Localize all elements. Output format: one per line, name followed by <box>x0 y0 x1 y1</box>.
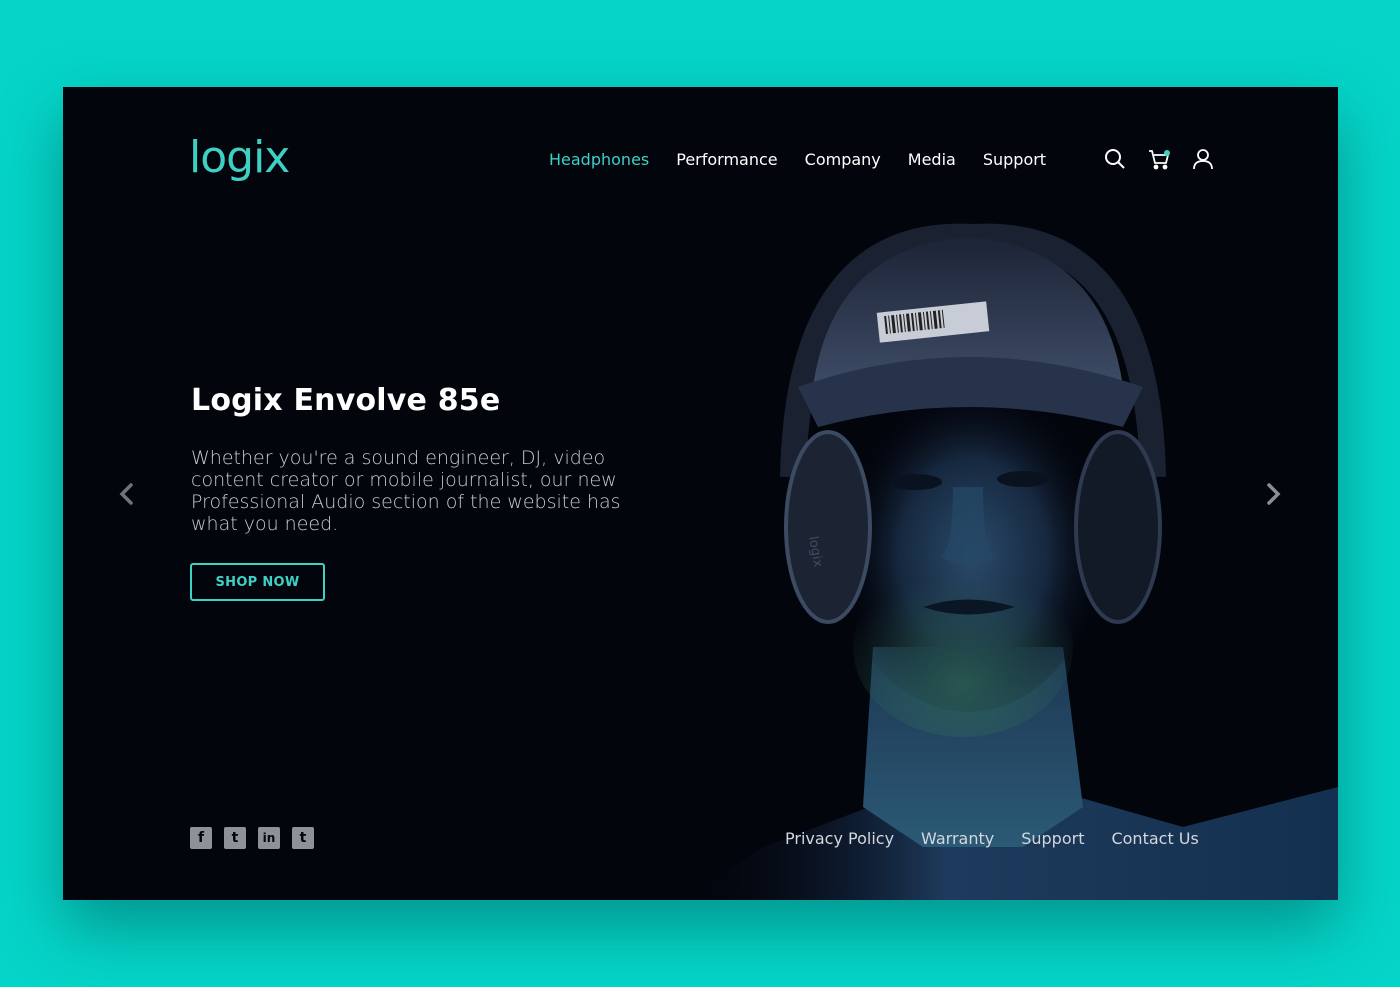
search-icon[interactable] <box>1103 147 1127 171</box>
footer-link-support[interactable]: Support <box>1021 829 1084 848</box>
carousel-next-button[interactable] <box>1261 479 1285 509</box>
logo[interactable]: logix <box>189 132 290 183</box>
tumblr-icon[interactable]: t <box>292 827 314 849</box>
chevron-right-icon <box>1267 483 1281 505</box>
hero-title: Logix Envolve 85e <box>191 383 501 418</box>
carousel-prev-button[interactable] <box>115 479 139 509</box>
linkedin-icon[interactable]: in <box>258 827 280 849</box>
social-links: f t in t <box>190 827 314 849</box>
main-nav: Headphones Performance Company Media Sup… <box>549 150 1073 169</box>
facebook-icon[interactable]: f <box>190 827 212 849</box>
cart-badge <box>1164 150 1170 156</box>
chevron-left-icon <box>119 483 133 505</box>
nav-item-company[interactable]: Company <box>805 150 881 169</box>
user-icon[interactable] <box>1191 147 1215 171</box>
footer-links: Privacy Policy Warranty Support Contact … <box>785 829 1199 848</box>
header-icons <box>1103 147 1215 171</box>
twitter-icon[interactable]: t <box>224 827 246 849</box>
hero-description: Whether you're a sound engineer, DJ, vid… <box>191 447 621 535</box>
cart-icon[interactable] <box>1147 147 1171 171</box>
footer-link-warranty[interactable]: Warranty <box>921 829 994 848</box>
footer-link-contact-us[interactable]: Contact Us <box>1111 829 1198 848</box>
shop-now-button[interactable]: SHOP NOW <box>190 563 325 601</box>
nav-item-support[interactable]: Support <box>983 150 1046 169</box>
footer-link-privacy-policy[interactable]: Privacy Policy <box>785 829 894 848</box>
hero-frame: logix logix Headphones Performance Compa… <box>63 87 1338 900</box>
nav-item-media[interactable]: Media <box>908 150 956 169</box>
nav-item-headphones[interactable]: Headphones <box>549 150 649 169</box>
hero-image: logix <box>623 87 1338 900</box>
nav-item-performance[interactable]: Performance <box>676 150 777 169</box>
